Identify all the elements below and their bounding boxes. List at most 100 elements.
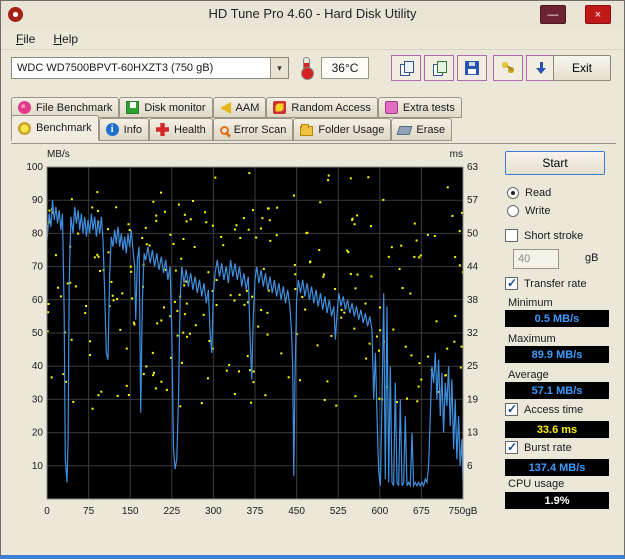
tab-label: Info (124, 124, 142, 136)
svg-text:20: 20 (32, 428, 44, 439)
benchmark-icon (18, 122, 31, 135)
menu-help-rest: elp (62, 32, 78, 46)
tab-extra-tests[interactable]: Extra tests (378, 97, 462, 118)
keys-icon (501, 61, 515, 75)
access-time-checkbox[interactable] (505, 403, 518, 416)
svg-text:0: 0 (44, 506, 50, 517)
copy-image-button[interactable] (391, 55, 421, 81)
short-stroke-input[interactable] (513, 249, 559, 269)
cpu-usage-value: 1.9% (505, 492, 609, 509)
average-label: Average (508, 369, 549, 381)
svg-text:75: 75 (83, 506, 95, 517)
tab-label: Benchmark (36, 122, 92, 134)
health-icon (156, 123, 169, 136)
menu-file-rest: ile (23, 32, 35, 46)
tab-label: File Benchmark (36, 102, 112, 114)
toolbar: WDC WD7500BPVT-60HXZT3 (750 gB) ▾ 36°C E… (1, 51, 624, 96)
short-stroke-checkbox[interactable] (505, 229, 518, 242)
maximum-value: 89.9 MB/s (505, 346, 609, 363)
svg-text:57: 57 (467, 195, 479, 206)
read-radio[interactable] (507, 187, 519, 199)
svg-text:450: 450 (288, 506, 305, 517)
drive-selector-value: WDC WD7500BPVT-60HXZT3 (750 gB) (12, 62, 270, 74)
write-radio-row[interactable]: Write (507, 205, 550, 217)
erase-icon (397, 126, 413, 135)
svg-text:50: 50 (467, 228, 479, 239)
short-stroke-row[interactable]: Short stroke (505, 229, 583, 242)
write-radio[interactable] (507, 205, 519, 217)
copy-text-icon (432, 61, 446, 75)
tab-folder-usage[interactable]: Folder Usage (293, 118, 391, 141)
burst-rate-checkbox[interactable] (505, 441, 518, 454)
transfer-rate-label: Transfer rate (524, 278, 587, 290)
access-time-label: Access time (524, 404, 583, 416)
menu-help[interactable]: Help (44, 30, 87, 48)
drive-selector[interactable]: WDC WD7500BPVT-60HXZT3 (750 gB) ▾ (11, 57, 289, 79)
burst-rate-row[interactable]: Burst rate (505, 441, 572, 454)
menu-help-accel: H (53, 32, 62, 46)
close-button[interactable]: × (585, 5, 611, 24)
thermometer-icon (303, 57, 310, 76)
tab-error-scan[interactable]: Error Scan (213, 118, 294, 141)
random-access-icon (273, 101, 286, 114)
svg-text:MB/s: MB/s (47, 149, 70, 160)
write-label: Write (525, 205, 550, 217)
tab-erase[interactable]: Erase (391, 118, 452, 141)
svg-text:32: 32 (467, 328, 479, 339)
tab-info[interactable]: Info (99, 118, 149, 141)
minimum-value: 0.5 MB/s (505, 310, 609, 327)
svg-text:38: 38 (467, 295, 479, 306)
tab-health[interactable]: Health (149, 118, 213, 141)
tab-label: Extra tests (403, 102, 455, 114)
exit-button[interactable]: Exit (553, 55, 611, 81)
svg-text:44: 44 (467, 262, 479, 273)
access-time-row[interactable]: Access time (505, 403, 583, 416)
svg-text:100: 100 (26, 162, 43, 173)
svg-text:40: 40 (32, 361, 44, 372)
tab-aam[interactable]: AAM (213, 97, 267, 118)
svg-text:10: 10 (32, 461, 44, 472)
svg-text:6: 6 (467, 461, 473, 472)
copy-image-icon (399, 61, 413, 75)
minimum-label: Minimum (508, 297, 553, 309)
download-update-button[interactable] (526, 55, 556, 81)
svg-text:50: 50 (32, 328, 44, 339)
download-arrow-icon (534, 61, 548, 75)
svg-text:90: 90 (32, 195, 44, 206)
info-icon (106, 123, 119, 136)
transfer-rate-checkbox[interactable] (505, 277, 518, 290)
chevron-down-icon[interactable]: ▾ (270, 58, 288, 78)
svg-text:60: 60 (32, 295, 44, 306)
error-scan-icon (220, 126, 229, 135)
access-time-value: 33.6 ms (505, 421, 609, 438)
extra-tests-icon (385, 101, 398, 114)
tab-disk-monitor[interactable]: Disk monitor (119, 97, 212, 118)
menu-file[interactable]: File (7, 30, 44, 48)
svg-text:675: 675 (413, 506, 430, 517)
average-value: 57.1 MB/s (505, 382, 609, 399)
svg-text:25: 25 (467, 361, 479, 372)
minimize-icon: — (548, 9, 559, 21)
folder-usage-icon (300, 126, 313, 136)
tab-benchmark[interactable]: Benchmark (11, 115, 99, 141)
read-radio-row[interactable]: Read (507, 187, 551, 199)
burst-rate-value: 137.4 MB/s (505, 459, 609, 476)
tab-label: AAM (236, 102, 260, 114)
start-button[interactable]: Start (505, 151, 605, 175)
minimize-button[interactable]: — (540, 5, 566, 24)
transfer-rate-row[interactable]: Transfer rate (505, 277, 587, 290)
save-button[interactable] (457, 55, 487, 81)
disk-monitor-icon (126, 101, 139, 114)
svg-text:600: 600 (371, 506, 388, 517)
burst-rate-label: Burst rate (524, 442, 572, 454)
tab-label: Folder Usage (318, 124, 384, 136)
license-keys-button[interactable] (493, 55, 523, 81)
tab-label: Error Scan (234, 124, 287, 136)
svg-text:ms: ms (450, 149, 463, 160)
svg-text:19: 19 (467, 394, 479, 405)
svg-text:63: 63 (467, 162, 479, 173)
tab-random-access[interactable]: Random Access (266, 97, 377, 118)
svg-text:13: 13 (467, 428, 479, 439)
copy-text-button[interactable] (424, 55, 454, 81)
short-stroke-label: Short stroke (524, 230, 583, 242)
